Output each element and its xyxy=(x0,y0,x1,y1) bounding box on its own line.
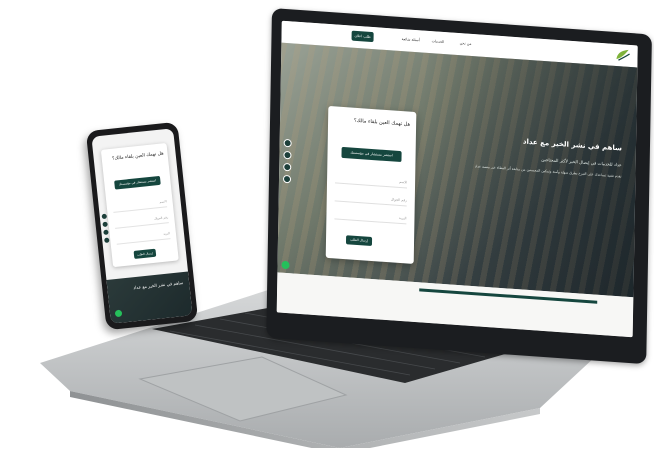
contact-form-card: هل تهمك العين بلقاء مالك؟ استشر مستشار ف… xyxy=(325,105,417,264)
nav-cta-button[interactable]: طلب اعلان xyxy=(351,30,374,43)
nav-link-faq[interactable]: أسئلة شائعة xyxy=(402,37,420,42)
phone-field[interactable]: رقم الجوال xyxy=(334,190,407,207)
consult-button[interactable]: استشر مستشار في مؤسستك xyxy=(341,146,402,163)
phone-form-card: هل تهمك العين بلقاء مالك؟ استشر مستشار ف… xyxy=(100,142,179,268)
nav-link-about[interactable]: من نحن xyxy=(460,41,472,46)
whatsapp-icon[interactable] xyxy=(281,260,290,270)
phone-hero-text: ساهم في نشر الخير مع عداد xyxy=(133,280,184,291)
twitter-icon[interactable] xyxy=(102,221,108,228)
form-title: هل تهمك العين بلقاء مالك؟ xyxy=(353,117,411,128)
twitter-icon[interactable] xyxy=(283,150,292,160)
phone-email-field[interactable]: البريد xyxy=(115,229,171,245)
submit-button[interactable]: إرسال الطلب xyxy=(345,235,373,247)
phone-consult-button[interactable]: استشر مستشار في مؤسستك xyxy=(114,175,161,190)
linkedin-icon[interactable] xyxy=(104,237,110,244)
device-mockup-scene: طلب اعلان أسئلة شائعة الخدمات من نحن ساه… xyxy=(0,0,654,455)
nav-link-services[interactable]: الخدمات xyxy=(432,39,445,44)
laptop-display: طلب اعلان أسئلة شائعة الخدمات من نحن ساه… xyxy=(276,20,638,338)
social-links xyxy=(282,138,292,188)
instagram-icon[interactable] xyxy=(103,229,109,236)
phone-device: هل تهمك العين بلقاء مالك؟ استشر مستشار ف… xyxy=(85,121,199,331)
facebook-icon[interactable] xyxy=(283,138,292,148)
site-logo[interactable] xyxy=(613,47,631,63)
hero-section: ساهم في نشر الخير مع عداد عداد للخدمات ف… xyxy=(277,42,638,298)
facebook-icon[interactable] xyxy=(101,213,108,220)
name-field[interactable]: الاسم xyxy=(335,172,408,189)
phone-phone-field[interactable]: رقم الجوال xyxy=(114,213,169,229)
email-field[interactable]: البريد xyxy=(334,208,407,225)
linkedin-icon[interactable] xyxy=(282,174,292,184)
phone-screen: هل تهمك العين بلقاء مالك؟ استشر مستشار ف… xyxy=(91,128,193,324)
phone-submit-button[interactable]: إرسال الطلب xyxy=(133,248,157,259)
laptop-screen-bezel: طلب اعلان أسئلة شائعة الخدمات من نحن ساه… xyxy=(266,8,652,365)
phone-form-title: هل تهمك العين بلقاء مالك؟ xyxy=(111,151,164,162)
instagram-icon[interactable] xyxy=(283,162,292,172)
phone-name-field[interactable]: الاسم xyxy=(112,197,168,213)
